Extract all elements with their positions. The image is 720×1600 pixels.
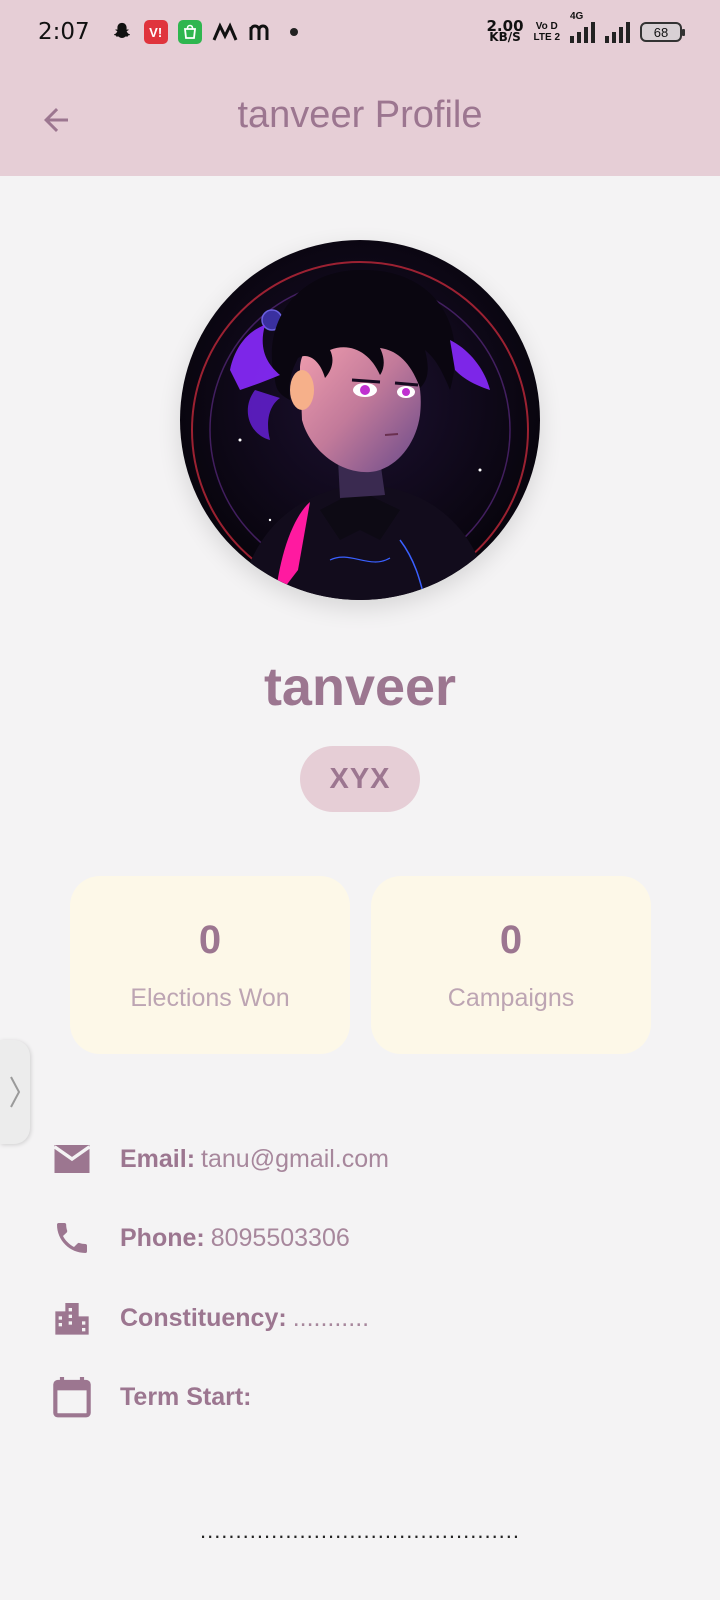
- calendar-icon: [50, 1375, 94, 1419]
- constituency-value: ...........: [292, 1303, 370, 1332]
- more-notifications-dot: [289, 28, 298, 36]
- status-bar: 2:07 V! 2.00 KB/S Vo D LTE 2 4G 68: [0, 0, 720, 64]
- constituency-row: Constituency:...........: [50, 1293, 369, 1343]
- app-bar: tanveer Profile: [0, 64, 720, 176]
- party-badge: XYX: [300, 746, 420, 812]
- network-speed: 2.00 KB/S: [487, 19, 524, 44]
- phone-value: 8095503306: [210, 1223, 350, 1252]
- constituency-label: Constituency:: [120, 1303, 287, 1332]
- avatar-illustration: [180, 240, 540, 600]
- network-type: 4G: [570, 11, 584, 22]
- footer-dots: ........................................…: [199, 1518, 521, 1543]
- net-speed-unit: KB/S: [489, 30, 521, 44]
- volte-icon: Vo D LTE 2: [534, 21, 560, 43]
- app-m-icon-2: [248, 20, 274, 44]
- phone-label: Phone:: [120, 1223, 205, 1252]
- term-start-label: Term Start:: [120, 1382, 252, 1411]
- profile-name: tanveer: [263, 657, 457, 717]
- email-label: Email:: [120, 1144, 196, 1173]
- shopping-app-icon: [177, 20, 202, 44]
- volte-line2: LTE 2: [533, 32, 560, 43]
- phone-row: Phone: 8095503306: [50, 1213, 350, 1263]
- side-drawer-handle[interactable]: [0, 1040, 30, 1144]
- stat-value: 0: [198, 918, 222, 962]
- vi-app-icon: V!: [143, 20, 168, 44]
- volte-line1: Vo D: [535, 21, 558, 32]
- profile-avatar[interactable]: [180, 240, 540, 600]
- signal-sim2-icon: [605, 21, 630, 43]
- stat-label: Campaigns: [447, 984, 575, 1012]
- system-icons: 2.00 KB/S Vo D LTE 2 4G 68: [487, 11, 685, 44]
- battery-icon: 68: [640, 22, 685, 42]
- stat-value: 0: [499, 918, 523, 962]
- chevron-right-icon: [10, 1076, 21, 1108]
- email-row: Email: tanu@gmail.com: [50, 1134, 389, 1184]
- email-value: tanu@gmail.com: [201, 1144, 389, 1173]
- stat-card-elections-won: 0 Elections Won: [70, 876, 350, 1054]
- status-time: 2:07: [38, 19, 90, 45]
- page-title: tanveer Profile: [237, 94, 483, 136]
- term-start-row: Term Start:: [50, 1372, 258, 1422]
- snapchat-icon: [110, 20, 134, 44]
- building-icon: [50, 1296, 94, 1340]
- stat-label: Elections Won: [130, 984, 290, 1012]
- notification-icons: V!: [110, 20, 298, 44]
- phone-icon: [50, 1216, 94, 1260]
- signal-sim1-icon: 4G: [570, 11, 595, 43]
- app-m-icon: [212, 20, 238, 44]
- stat-card-campaigns: 0 Campaigns: [371, 876, 651, 1054]
- email-icon: [50, 1137, 94, 1181]
